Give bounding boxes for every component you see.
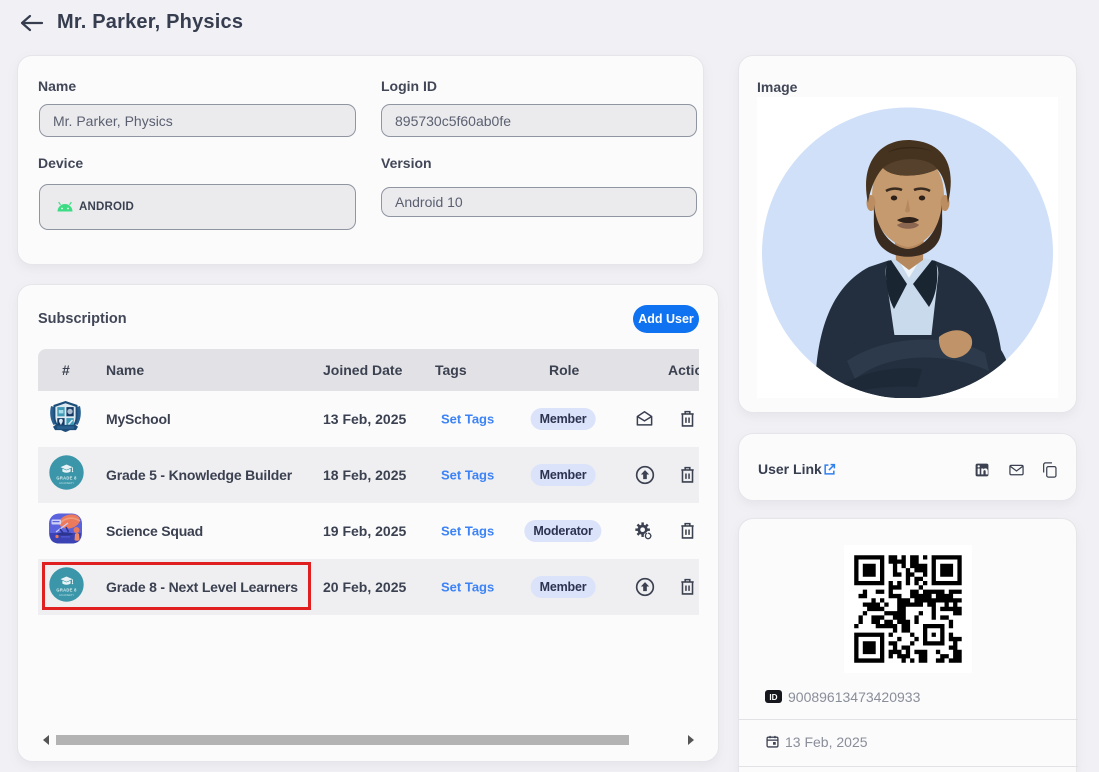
svg-text:ID: ID <box>769 693 777 702</box>
svg-text:ACADEMY: ACADEMY <box>59 481 74 485</box>
svg-text:GRADE 8: GRADE 8 <box>56 476 77 481</box>
